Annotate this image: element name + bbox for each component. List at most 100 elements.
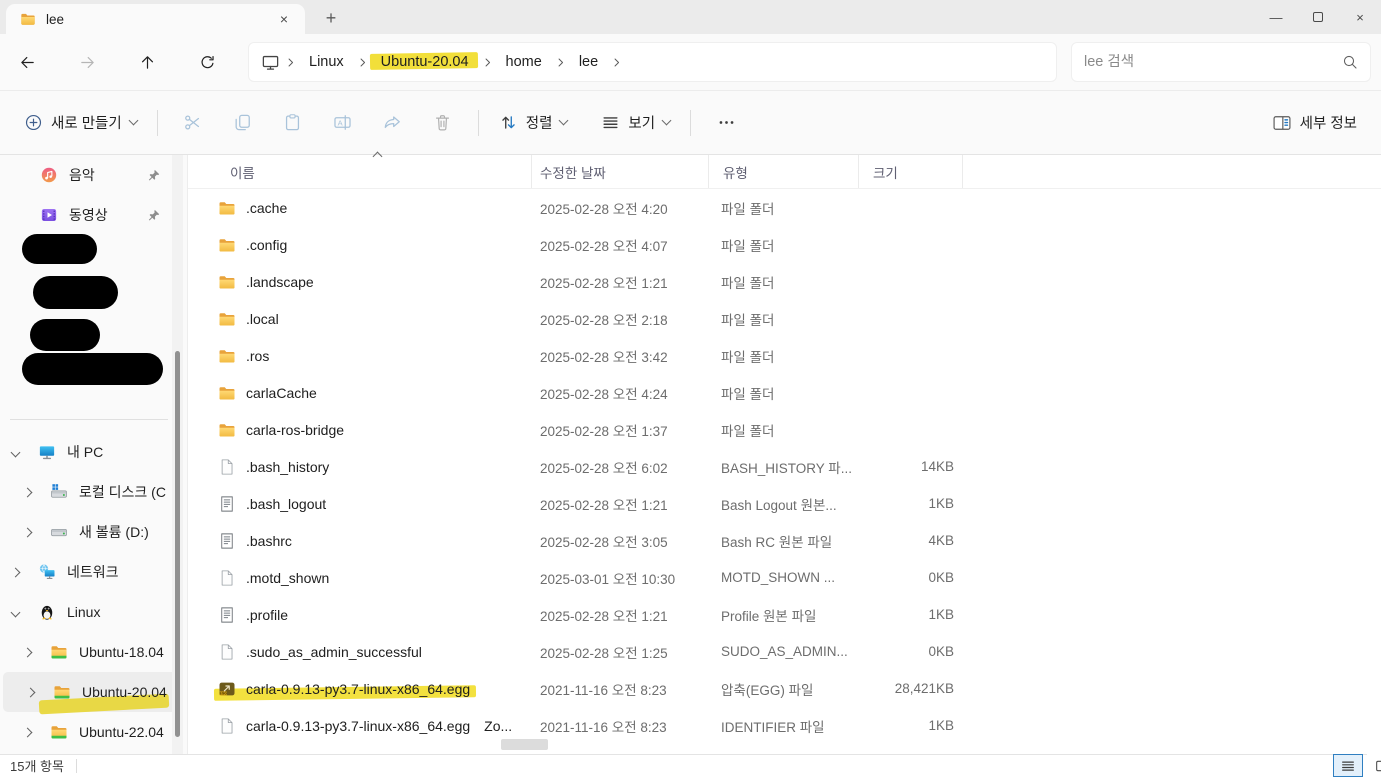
folder-icon (218, 384, 236, 402)
sort-icon (499, 113, 518, 132)
chevron-right-icon[interactable] (22, 647, 33, 657)
chevron-right-icon[interactable] (22, 527, 33, 537)
column-header-row: 이름 수정한 날짜 유형 크기 (188, 151, 1381, 189)
details-pane-button[interactable]: 세부 정보 (1262, 104, 1367, 141)
file-date: 2025-02-28 오전 4:20 (540, 201, 668, 217)
chevron-right-icon[interactable] (10, 567, 21, 577)
up-button[interactable] (128, 43, 166, 81)
chevron-right-icon[interactable] (22, 487, 33, 497)
tab-close-icon[interactable]: × (273, 8, 295, 30)
file-date: 2025-02-28 오전 3:42 (540, 349, 668, 365)
column-header-date[interactable]: 수정한 날짜 (532, 155, 709, 188)
chevron-right-icon[interactable] (25, 687, 36, 697)
paste-icon (283, 113, 302, 132)
sidebar-item-ubuntu-20-04[interactable]: Ubuntu-20.04 (3, 672, 179, 715)
view-button[interactable]: 보기 (591, 104, 680, 141)
sidebar-item-ubuntu-22-04[interactable]: Ubuntu-22.04 (0, 712, 187, 752)
view-icon (601, 113, 620, 132)
sidebar-item-ubuntu-18-04[interactable]: Ubuntu-18.04 (0, 632, 187, 672)
new-tab-button[interactable]: + (318, 5, 344, 31)
file-row[interactable]: .landscape 2025-02-28 오전 1:21 파일 폴더 (188, 263, 1381, 300)
sidebar-item-label: Linux (67, 604, 101, 620)
breadcrumb-chevron-icon (356, 56, 369, 69)
file-name: carla-0.9.13-py3.7-linux-x86_64.egg Zo... (246, 717, 513, 734)
breadcrumb-item[interactable]: home (498, 51, 550, 73)
minimize-button[interactable]: — (1255, 0, 1297, 34)
sort-button-label: 정렬 (525, 116, 553, 132)
redacted-item (22, 353, 163, 385)
file-row[interactable]: .cache 2025-02-28 오전 4:20 파일 폴더 (188, 189, 1381, 226)
file-type: Bash Logout 원본... (721, 497, 837, 513)
file-row[interactable]: .bash_logout 2025-02-28 오전 1:21 Bash Logou… (188, 485, 1381, 522)
file-row[interactable]: .motd_shown 2025-03-01 오전 10:30 MOTD_SHOWN… (188, 559, 1381, 596)
sidebar-item--[interactable]: 네트워크 (0, 552, 187, 592)
back-button[interactable] (8, 43, 46, 81)
chevron-down-icon[interactable] (10, 447, 21, 457)
explorer-tab[interactable]: lee × (6, 4, 305, 34)
more-options-button[interactable] (704, 103, 748, 143)
sidebar-item--c[interactable]: 로컬 디스크 (C (0, 472, 187, 512)
file-row[interactable]: .ros 2025-02-28 오전 3:42 파일 폴더 (188, 337, 1381, 374)
file-date: 2025-02-28 오전 1:21 (540, 275, 668, 291)
new-button[interactable]: 새로 만들기 (14, 104, 147, 141)
statusbar-divider (75, 758, 77, 773)
thumbnail-view-icon (1374, 758, 1381, 774)
sidebar-item-video[interactable]: 동영상 (0, 195, 187, 235)
sidebar-scrollbar-thumb[interactable] (175, 351, 180, 737)
sidebar-item-linux[interactable]: Linux (0, 592, 187, 632)
sidebar-item-label: 음악 (69, 167, 95, 183)
breadcrumb-item[interactable]: Ubuntu-20.04 (373, 51, 477, 73)
file-icon (218, 643, 236, 661)
cut-button[interactable] (171, 103, 215, 143)
file-row[interactable]: .profile 2025-02-28 오전 1:21 Profile 원본 파일 1… (188, 596, 1381, 633)
thumbnail-view-button[interactable] (1367, 754, 1381, 777)
file-row[interactable]: carla-0.9.13-py3.7-linux-x86_64.egg 2021-… (188, 670, 1381, 707)
file-row[interactable]: carla-0.9.13-py3.7-linux-x86_64.egg Zo...… (188, 707, 1381, 744)
column-header-name[interactable]: 이름 (188, 151, 532, 188)
close-button[interactable]: × (1339, 0, 1381, 34)
share-button[interactable] (371, 103, 415, 143)
file-row[interactable]: .local 2025-02-28 오전 2:18 파일 폴더 (188, 300, 1381, 337)
refresh-button[interactable] (188, 43, 226, 81)
file-name: .ros (246, 347, 270, 364)
delete-button[interactable] (421, 103, 465, 143)
paste-button[interactable] (271, 103, 315, 143)
file-type: 파일 폴더 (721, 349, 775, 365)
file-name: .bash_logout (246, 495, 327, 512)
file-type: SUDO_AS_ADMIN... (721, 644, 848, 659)
cut-icon (183, 113, 202, 132)
file-date: 2025-02-28 오전 4:24 (540, 386, 668, 402)
file-size: 4KB (928, 533, 954, 548)
column-header-size[interactable]: 크기 (859, 155, 963, 188)
sidebar-divider (10, 419, 168, 420)
chevron-right-icon[interactable] (22, 727, 33, 737)
breadcrumb[interactable]: Linux Ubuntu-20.04 home lee (248, 42, 1057, 82)
breadcrumb-item[interactable]: Linux (301, 51, 352, 73)
file-row[interactable]: .bashrc 2025-02-28 오전 3:05 Bash RC 원본 파일 4K… (188, 522, 1381, 559)
sidebar-scrollbar[interactable] (172, 155, 183, 754)
sidebar-item--d-[interactable]: 새 볼륨 (D:) (0, 512, 187, 552)
file-row[interactable]: .config 2025-02-28 오전 4:07 파일 폴더 (188, 226, 1381, 263)
chevron-down-icon[interactable] (10, 607, 21, 617)
sort-button[interactable]: 정렬 (489, 104, 578, 141)
file-row[interactable]: carla-ros-bridge 2025-02-28 오전 1:37 파일 폴더 (188, 411, 1381, 448)
file-type: 파일 폴더 (721, 238, 775, 254)
details-view-button[interactable] (1333, 754, 1363, 777)
maximize-button[interactable] (1297, 0, 1339, 34)
column-header-type[interactable]: 유형 (709, 155, 859, 188)
file-row[interactable]: .sudo_as_admin_successful 2025-02-28 오전 1… (188, 633, 1381, 670)
breadcrumb-item[interactable]: lee (571, 51, 606, 73)
sidebar-item--pc[interactable]: 내 PC (0, 432, 187, 472)
forward-button[interactable] (68, 43, 106, 81)
horizontal-scrollbar-thumb[interactable] (501, 739, 548, 750)
search-input[interactable] (1084, 54, 1342, 70)
file-icon (218, 569, 236, 587)
file-row[interactable]: carlaCache 2025-02-28 오전 4:24 파일 폴더 (188, 374, 1381, 411)
file-size: 1KB (928, 718, 954, 733)
title-bar: lee × + — × (0, 0, 1381, 34)
copy-button[interactable] (221, 103, 265, 143)
sidebar-item-music[interactable]: 음악 (0, 155, 187, 195)
search-box[interactable] (1071, 42, 1371, 82)
file-row[interactable]: .bash_history 2025-02-28 오전 6:02 BASH_HIST… (188, 448, 1381, 485)
rename-button[interactable] (321, 103, 365, 143)
